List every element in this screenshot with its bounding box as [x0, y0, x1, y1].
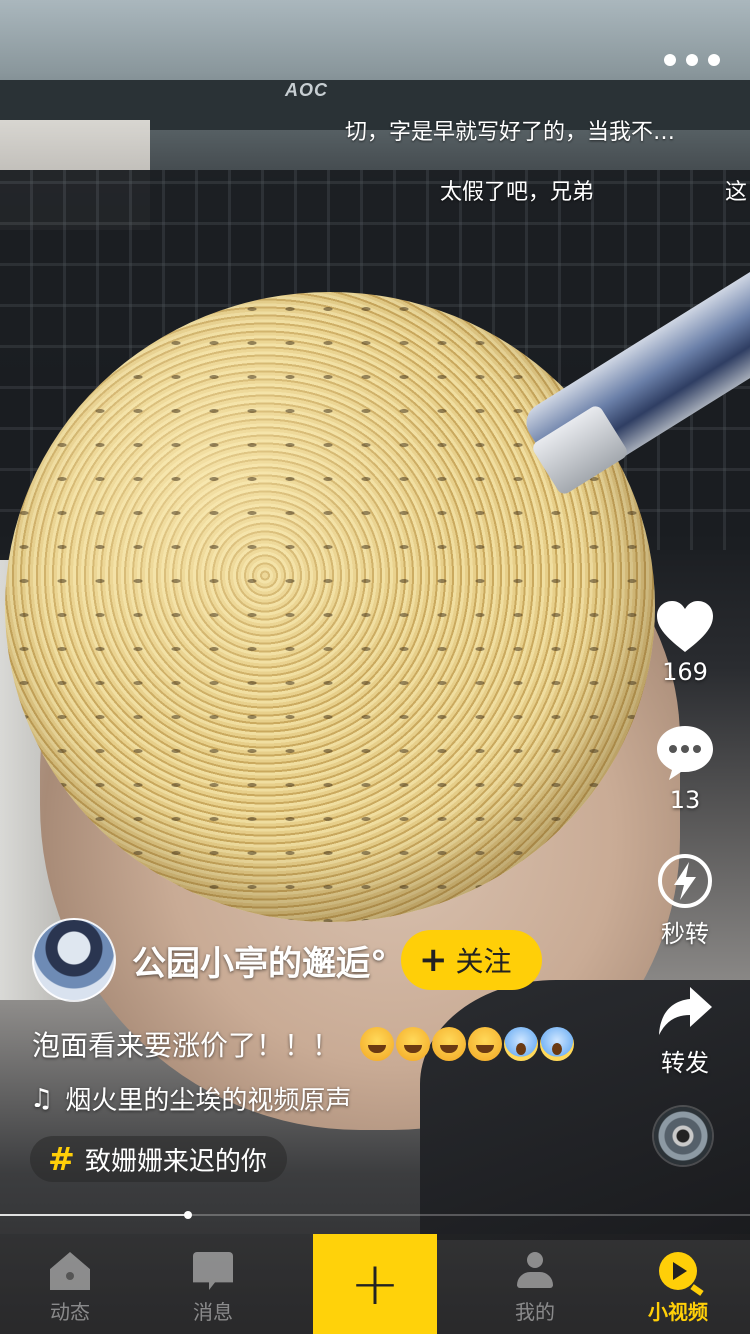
danmu-comment: 这 — [725, 180, 748, 205]
avatar[interactable] — [32, 918, 116, 1002]
music-disc-icon[interactable] — [654, 1107, 712, 1165]
author-row: 公园小亭的邂逅° + 关注 — [32, 918, 542, 1002]
tab-mine[interactable]: 我的 — [465, 1234, 605, 1334]
music-info[interactable]: ♫ 烟火里的尘埃的视频原声 — [30, 1080, 351, 1117]
more-dot-icon — [686, 54, 698, 66]
heart-icon — [657, 601, 713, 652]
video-progress-handle[interactable] — [183, 1211, 192, 1219]
caption-emojis — [360, 1027, 575, 1061]
screaming-face-icon — [540, 1027, 575, 1061]
danmu-comment: 切，字是早就写好了的，当我不… — [345, 120, 676, 145]
topic-label: 致姗姗来迟的你 — [84, 1146, 267, 1177]
noodle-marks — [5, 292, 655, 922]
home-icon — [50, 1252, 90, 1290]
author-name[interactable]: 公园小亭的邂逅° — [132, 936, 387, 985]
plus-icon: + — [349, 1249, 401, 1319]
tears-of-joy-icon — [396, 1027, 431, 1061]
comment-count: 13 — [669, 786, 701, 814]
video-progress-fill — [0, 1214, 188, 1216]
topic-tag[interactable]: # 致姗姗来迟的你 — [30, 1136, 287, 1182]
message-icon — [193, 1252, 233, 1290]
forward-button[interactable]: 转发 — [620, 985, 750, 1078]
tab-label: 我的 — [515, 1300, 555, 1324]
like-count: 169 — [662, 658, 708, 686]
more-options-button[interactable] — [664, 54, 720, 66]
like-button[interactable]: 169 — [620, 600, 750, 686]
hashtag-icon: # — [48, 1140, 75, 1178]
quick-share-label: 秒转 — [661, 920, 709, 948]
plus-icon: + — [419, 940, 448, 980]
follow-label: 关注 — [455, 945, 512, 978]
bottom-tab-bar: 动态 消息 + 我的 小视频 — [0, 1234, 750, 1334]
danmu-comment: 太假了吧，兄弟 — [440, 180, 595, 205]
more-dot-icon — [708, 54, 720, 66]
background-monitor-logo: AOC — [285, 80, 328, 100]
video-feed-screen[interactable]: AOC 切，字是早就写好了的，当我不… 太假了吧，兄弟 这 169 13 秒转 … — [0, 0, 750, 1334]
tab-label: 小视频 — [648, 1300, 708, 1324]
grinning-face-icon — [360, 1027, 395, 1061]
publish-button[interactable]: + — [313, 1234, 437, 1334]
tab-label: 消息 — [193, 1300, 233, 1324]
comment-bubble-icon — [657, 726, 713, 780]
tab-short-video[interactable]: 小视频 — [608, 1234, 748, 1334]
video-progress-bar[interactable] — [0, 1211, 750, 1219]
user-icon — [515, 1252, 555, 1290]
follow-button[interactable]: + 关注 — [401, 930, 542, 990]
tab-dynamic[interactable]: 动态 — [0, 1234, 140, 1334]
music-title: 烟火里的尘埃的视频原声 — [65, 1086, 352, 1116]
tab-message[interactable]: 消息 — [143, 1234, 283, 1334]
more-dot-icon — [664, 54, 676, 66]
caption-text: 泡面看来要涨价了！！！ — [32, 1029, 341, 1062]
tears-of-joy-icon — [432, 1027, 467, 1061]
post-caption: 泡面看来要涨价了！！！ — [32, 1024, 575, 1064]
tears-of-joy-icon — [468, 1027, 503, 1061]
forward-arrow-icon — [659, 987, 712, 1035]
lightning-icon — [658, 854, 712, 908]
quick-share-button[interactable]: 秒转 — [620, 852, 750, 949]
forward-label: 转发 — [661, 1049, 709, 1077]
video-play-icon — [659, 1252, 697, 1290]
music-note-icon: ♫ — [30, 1083, 54, 1114]
comment-button[interactable]: 13 — [620, 722, 750, 814]
tab-label: 动态 — [50, 1300, 90, 1324]
screaming-face-icon — [504, 1027, 539, 1061]
